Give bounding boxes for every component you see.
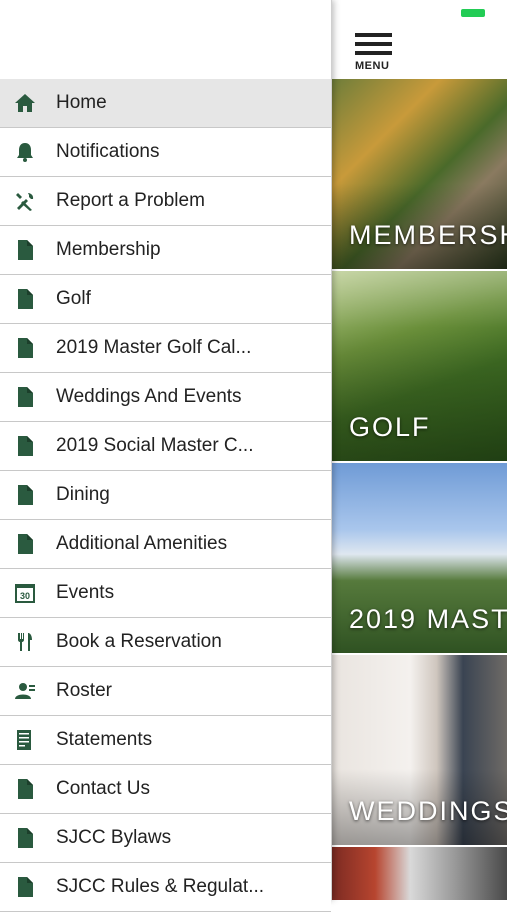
document-icon xyxy=(14,827,36,849)
roster-icon xyxy=(14,680,36,702)
menu-item-label: SJCC Rules & Regulat... xyxy=(56,876,265,897)
menu-item-home[interactable]: Home xyxy=(0,79,331,128)
menu-item-sjcc-rules-regulat[interactable]: SJCC Rules & Regulat... xyxy=(0,863,331,912)
menu-item-report-a-problem[interactable]: Report a Problem xyxy=(0,177,331,226)
menu-item-2019-master-golf-cal[interactable]: 2019 Master Golf Cal... xyxy=(0,324,331,373)
navigation-drawer: Home Notifications Report a Problem Members… xyxy=(0,0,332,912)
document-icon xyxy=(14,876,36,898)
tile-label: WEDDINGS xyxy=(349,796,507,826)
document-icon xyxy=(14,435,36,457)
menu-item-contact-us[interactable]: Contact Us xyxy=(0,765,331,814)
tile-label: GOLF xyxy=(349,412,431,442)
tile-membership[interactable]: MEMBERSHIP xyxy=(331,79,507,269)
menu-list: Home Notifications Report a Problem Members… xyxy=(0,79,331,912)
hamburger-bar xyxy=(355,33,392,37)
menu-item-label: Book a Reservation xyxy=(56,631,222,652)
tile-label: MEMBERSHIP xyxy=(349,220,507,250)
menu-item-statements[interactable]: Statements xyxy=(0,716,331,765)
menu-item-label: Report a Problem xyxy=(56,190,205,211)
document-icon xyxy=(14,778,36,800)
drawer-header xyxy=(0,0,331,79)
document-icon xyxy=(14,484,36,506)
menu-item-label: Dining xyxy=(56,484,110,505)
menu-item-label: Statements xyxy=(56,729,153,750)
menu-item-label: Weddings And Events xyxy=(56,386,242,407)
tile-golf[interactable]: GOLF xyxy=(331,271,507,461)
utensils-icon xyxy=(14,631,36,653)
document-icon xyxy=(14,337,36,359)
document-icon xyxy=(14,386,36,408)
menu-button-label: MENU xyxy=(355,60,390,72)
hamburger-bar xyxy=(355,42,392,46)
home-icon xyxy=(14,92,36,114)
tools-icon xyxy=(14,190,36,212)
bell-icon xyxy=(14,141,36,163)
menu-item-label: SJCC Bylaws xyxy=(56,827,172,848)
menu-item-label: Membership xyxy=(56,239,161,260)
menu-item-label: Golf xyxy=(56,288,91,309)
menu-item-membership[interactable]: Membership xyxy=(0,226,331,275)
calendar-icon: 30 xyxy=(14,582,36,604)
menu-item-dining[interactable]: Dining xyxy=(0,471,331,520)
menu-item-2019-social-master-c[interactable]: 2019 Social Master C... xyxy=(0,422,331,471)
tile-2019-master[interactable]: 2019 MASTER xyxy=(331,463,507,653)
menu-item-label: Contact Us xyxy=(56,778,150,799)
menu-item-events[interactable]: 30 Events xyxy=(0,569,331,618)
tile-label: 2019 MASTER xyxy=(349,604,507,634)
menu-item-roster[interactable]: Roster xyxy=(0,667,331,716)
menu-item-label: 2019 Social Master C... xyxy=(56,435,254,456)
svg-text:30: 30 xyxy=(20,591,30,601)
main-content: MENU MEMBERSHIP GOLF 2019 MASTER WEDDING… xyxy=(331,0,507,900)
tile-next[interactable] xyxy=(331,847,507,900)
menu-item-sjcc-bylaws[interactable]: SJCC Bylaws xyxy=(0,814,331,863)
menu-item-golf[interactable]: Golf xyxy=(0,275,331,324)
menu-item-notifications[interactable]: Notifications xyxy=(0,128,331,177)
menu-item-additional-amenities[interactable]: Additional Amenities xyxy=(0,520,331,569)
menu-item-label: Notifications xyxy=(56,141,160,162)
menu-item-weddings-and-events[interactable]: Weddings And Events xyxy=(0,373,331,422)
menu-item-label: Home xyxy=(56,92,107,113)
menu-button[interactable]: MENU xyxy=(355,33,395,73)
menu-item-label: Events xyxy=(56,582,115,603)
document-icon xyxy=(14,533,36,555)
document-icon xyxy=(14,288,36,310)
menu-item-label: 2019 Master Golf Cal... xyxy=(56,337,252,358)
statement-icon xyxy=(14,729,36,751)
menu-item-label: Additional Amenities xyxy=(56,533,228,554)
tile-weddings[interactable]: WEDDINGS xyxy=(331,655,507,845)
menu-item-book-a-reservation[interactable]: Book a Reservation xyxy=(0,618,331,667)
battery-icon xyxy=(461,9,485,17)
menu-item-label: Roster xyxy=(56,680,112,701)
document-icon xyxy=(14,239,36,261)
hamburger-bar xyxy=(355,51,392,55)
